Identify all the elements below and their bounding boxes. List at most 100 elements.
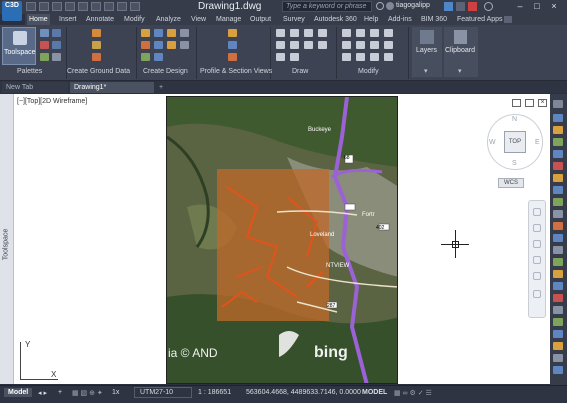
compass-south[interactable]: S — [512, 160, 517, 167]
ribbon-toggle-icon[interactable] — [504, 16, 512, 23]
tool-icon[interactable] — [553, 366, 563, 374]
tool-icon[interactable] — [553, 210, 563, 218]
tool-icon[interactable] — [553, 162, 563, 170]
design-icon[interactable] — [141, 41, 150, 49]
lineweight-scale[interactable]: 1x — [112, 389, 119, 396]
palette-icon[interactable] — [40, 53, 49, 61]
tool-icon[interactable] — [553, 306, 563, 314]
open-icon[interactable] — [39, 2, 49, 11]
tab-autodesk-360[interactable]: Autodesk 360 — [312, 14, 359, 25]
tab-insert[interactable]: Insert — [57, 14, 79, 25]
tool-icon[interactable] — [553, 234, 563, 242]
zoom-icon[interactable] — [533, 240, 541, 248]
undo-icon[interactable] — [91, 2, 101, 11]
arc-icon[interactable] — [304, 29, 313, 37]
steering-wheel-icon[interactable] — [533, 208, 541, 216]
panel-title-modify[interactable]: Modify — [358, 68, 379, 75]
stretch-icon[interactable] — [342, 53, 351, 61]
save-as-icon[interactable] — [65, 2, 75, 11]
tool-icon[interactable] — [553, 198, 563, 206]
layout-nav-icon[interactable]: ◂ ▸ — [38, 389, 47, 397]
tool-icon[interactable] — [553, 258, 563, 266]
tool-icon[interactable] — [553, 282, 563, 290]
search-icon[interactable] — [376, 2, 384, 10]
autocad-360-icon[interactable] — [468, 2, 477, 11]
new-tab-button[interactable]: + — [156, 82, 166, 93]
status-toggle-icons[interactable]: ▦ ▧ ⊕ ✦ — [72, 389, 103, 397]
trim-icon[interactable] — [370, 29, 379, 37]
offset-icon[interactable] — [384, 53, 393, 61]
tool-icon[interactable] — [553, 186, 563, 194]
tab-modify[interactable]: Modify — [122, 14, 147, 25]
minimize-button[interactable]: – — [514, 1, 526, 12]
tool-icon[interactable] — [553, 342, 563, 350]
tool-icon[interactable] — [553, 294, 563, 302]
copy-icon[interactable] — [342, 41, 351, 49]
ground-data-icon[interactable] — [92, 53, 101, 61]
panel-title-create-design[interactable]: Create Design — [143, 68, 188, 75]
connect-icon[interactable] — [456, 2, 465, 11]
polyline-icon[interactable] — [290, 29, 299, 37]
curve-icon[interactable] — [318, 29, 327, 37]
app-logo[interactable]: C3D — [2, 1, 22, 21]
add-layout-button[interactable]: + — [58, 389, 62, 396]
aerial-map-image[interactable] — [166, 96, 398, 384]
status-icons-right[interactable]: ▦ ∞ ⚙ ✓ ☰ — [394, 389, 432, 397]
tool-icon[interactable] — [553, 138, 563, 146]
close-viewport-icon[interactable]: × — [538, 99, 547, 107]
section-icon[interactable] — [228, 41, 237, 49]
compass-east[interactable]: E — [535, 139, 540, 146]
viewport-controls[interactable]: [−][Top][2D Wireframe] — [17, 98, 87, 105]
save-icon[interactable] — [52, 2, 62, 11]
tool-icon[interactable] — [553, 126, 563, 134]
cart-icon[interactable] — [444, 2, 453, 11]
profile-icon[interactable] — [228, 29, 237, 37]
showmotion-icon[interactable] — [533, 272, 541, 280]
pan-icon[interactable] — [533, 224, 541, 232]
point-icon[interactable] — [276, 53, 285, 61]
tool-icon[interactable] — [553, 174, 563, 182]
share-icon[interactable] — [117, 2, 127, 11]
design-icon[interactable] — [141, 29, 150, 37]
palette-icon[interactable] — [40, 41, 49, 49]
move-icon[interactable] — [342, 29, 351, 37]
tab-drawing1[interactable]: Drawing1* — [70, 82, 154, 93]
maximize-viewport-icon[interactable] — [525, 99, 534, 107]
new-icon[interactable] — [26, 2, 36, 11]
design-icon[interactable] — [141, 53, 150, 61]
restore-viewport-icon[interactable] — [512, 99, 521, 107]
user-name[interactable]: tiagogalipp — [396, 2, 430, 9]
circle-icon[interactable] — [276, 41, 285, 49]
design-icon[interactable] — [167, 29, 176, 37]
rectangle-icon[interactable] — [290, 41, 299, 49]
tab-manage[interactable]: Manage — [214, 14, 243, 25]
tool-icon[interactable] — [553, 270, 563, 278]
profile-view-icon[interactable] — [228, 53, 237, 61]
tool-icon[interactable] — [553, 330, 563, 338]
toolspace-button[interactable]: Toolspace — [2, 27, 36, 65]
panel-title-draw[interactable]: Draw — [292, 68, 308, 75]
orbit-icon[interactable] — [533, 256, 541, 264]
palette-icon[interactable] — [52, 41, 61, 49]
tab-bim-360[interactable]: BIM 360 — [419, 14, 449, 25]
layers-button[interactable]: Layers ▾ — [412, 27, 442, 77]
tab-output[interactable]: Output — [248, 14, 273, 25]
design-icon[interactable] — [154, 41, 163, 49]
customize-icon[interactable] — [130, 2, 140, 11]
palette-icon[interactable] — [52, 29, 61, 37]
tool-icon[interactable] — [553, 150, 563, 158]
palette-icon[interactable] — [52, 53, 61, 61]
tool-icon[interactable] — [553, 246, 563, 254]
zoom-extents-icon[interactable] — [533, 290, 541, 298]
tool-icon[interactable] — [553, 222, 563, 230]
tab-survey[interactable]: Survey — [281, 14, 307, 25]
model-tab[interactable]: Model — [4, 388, 33, 397]
coordinate-system[interactable]: UTM27-10 — [140, 389, 173, 396]
design-icon[interactable] — [154, 53, 163, 61]
compass-north[interactable]: N — [512, 116, 517, 123]
tab-help[interactable]: Help — [362, 14, 380, 25]
spline-icon[interactable] — [318, 41, 327, 49]
palette-menu-icon[interactable] — [553, 100, 563, 108]
mirror-icon[interactable] — [356, 41, 365, 49]
line-icon[interactable] — [276, 29, 285, 37]
